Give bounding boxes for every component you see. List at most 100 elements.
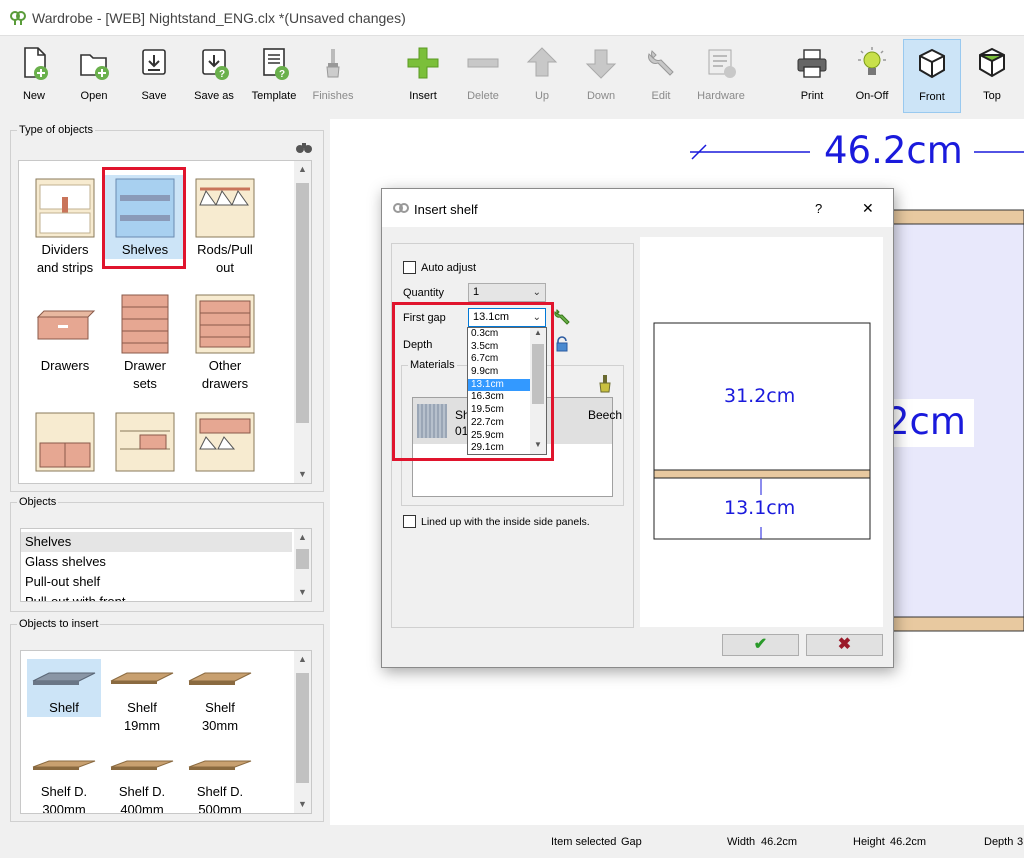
app-logo-icon <box>10 11 26 25</box>
wrench-icon[interactable] <box>554 307 572 325</box>
scroll-up-icon[interactable]: ▲ <box>294 529 311 546</box>
objects-list-scrollbar[interactable]: ▲ ▼ <box>294 529 311 601</box>
save-icon <box>142 49 166 75</box>
binoculars-icon[interactable] <box>295 140 313 154</box>
close-button[interactable]: ✕ <box>862 200 874 217</box>
brush-icon[interactable] <box>599 375 611 393</box>
save-as-button[interactable]: ? Save as <box>190 39 238 113</box>
front-view-button[interactable]: Front <box>903 39 961 113</box>
status-depth-value: 3 <box>1017 836 1024 848</box>
down-button[interactable]: Down <box>578 39 624 113</box>
tile-label: Shelf D. 400mm <box>118 784 166 814</box>
status-width-label: Width <box>727 836 756 848</box>
tile-shelf-d-400[interactable]: Shelf D. 400mm <box>105 747 179 814</box>
tile-cabinet-doors[interactable] <box>25 409 105 475</box>
on-off-button[interactable]: On-Off <box>848 39 896 113</box>
plus-icon <box>407 47 439 79</box>
tile-shelf-19mm[interactable]: Shelf 19mm <box>105 659 179 735</box>
brush-icon <box>326 49 340 78</box>
insert-grid-scrollbar[interactable]: ▲ ▼ <box>294 651 311 813</box>
scroll-thumb[interactable] <box>296 183 309 423</box>
auto-adjust-checkbox[interactable] <box>403 261 416 274</box>
tile-label: Drawers <box>40 358 90 373</box>
scroll-down-icon[interactable]: ▼ <box>294 584 311 601</box>
cancel-button[interactable]: ✖ <box>806 634 883 656</box>
tile-label: Drawer sets <box>124 358 166 391</box>
tile-label: Shelf D. 500mm <box>196 784 244 814</box>
quantity-value: 1 <box>473 286 480 298</box>
tile-dividers-and-strips[interactable]: Dividers and strips <box>25 175 105 277</box>
tile-label: Other drawers <box>201 358 249 391</box>
objects-to-insert-legend: Objects to insert <box>19 618 99 630</box>
insert-button[interactable]: Insert <box>400 39 446 113</box>
drawer-icon <box>36 310 96 340</box>
print-button[interactable]: Print <box>790 39 834 113</box>
save-label: Save <box>141 90 167 102</box>
tile-other-drawers[interactable]: Other drawers <box>185 291 265 393</box>
edit-button[interactable]: Edit <box>638 39 684 113</box>
delete-button[interactable]: Delete <box>460 39 506 113</box>
tile-label: Shelf D. 300mm <box>40 784 88 814</box>
scroll-down-icon[interactable]: ▼ <box>294 466 311 483</box>
lock-icon[interactable] <box>555 336 569 352</box>
ok-button[interactable]: ✔ <box>722 634 799 656</box>
tile-shelf-d-300[interactable]: Shelf D. 300mm <box>27 747 101 814</box>
template-button[interactable]: ? Template <box>248 39 300 113</box>
print-label: Print <box>800 90 824 102</box>
quantity-label: Quantity <box>403 287 444 299</box>
quantity-select[interactable]: 1 ⌄ <box>468 283 546 302</box>
open-folder-icon <box>80 54 109 80</box>
tile-shelf[interactable]: Shelf <box>27 659 101 717</box>
new-button[interactable]: New <box>12 39 56 113</box>
shelf-wood-icon <box>32 760 96 770</box>
lightbulb-icon <box>858 47 886 75</box>
tile-shelf-d-500[interactable]: Shelf D. 500mm <box>183 747 257 814</box>
dialog-title-bar: Insert shelf ? ✕ <box>382 189 893 227</box>
rods-icon <box>195 178 255 238</box>
hardware-button[interactable]: Hardware <box>694 39 748 113</box>
tile-rods-pull-out[interactable]: Rods/Pull out <box>185 175 265 277</box>
tile-label: Shelf 19mm <box>123 700 161 733</box>
top-view-button[interactable]: Top <box>970 39 1014 113</box>
preview-top-dimension: 31.2cm <box>724 385 796 407</box>
lined-up-label: Lined up with the inside side panels. <box>421 516 590 528</box>
top-board <box>889 209 1024 225</box>
list-item-pull-out-shelf[interactable]: Pull-out shelf <box>21 572 292 592</box>
lined-up-checkbox[interactable] <box>403 515 416 528</box>
scroll-thumb[interactable] <box>296 673 309 783</box>
hardware-icon <box>708 49 736 78</box>
arrow-down-icon <box>585 49 617 79</box>
template-icon: ? <box>263 48 289 80</box>
app-logo-icon <box>393 203 409 213</box>
list-item-pull-out-with-front[interactable]: Pull-out with front <box>21 592 292 601</box>
save-as-icon: ? <box>202 49 229 80</box>
on-off-label: On-Off <box>855 90 889 102</box>
help-button[interactable]: ? <box>815 201 822 216</box>
up-button[interactable]: Up <box>520 39 564 113</box>
shelf-box-icon <box>115 412 175 472</box>
scroll-thumb[interactable] <box>296 549 309 569</box>
scroll-up-icon[interactable]: ▲ <box>294 651 311 668</box>
tile-shelf-30mm[interactable]: Shelf 30mm <box>183 659 257 735</box>
shelf-wood-icon <box>110 760 174 770</box>
auto-adjust-label: Auto adjust <box>421 262 477 274</box>
save-button[interactable]: Save <box>132 39 176 113</box>
scroll-down-icon[interactable]: ▼ <box>294 796 311 813</box>
shelf-grey-icon <box>32 672 96 685</box>
tile-hangers[interactable] <box>185 409 265 475</box>
type-panel-scrollbar[interactable]: ▲ ▼ <box>294 161 311 483</box>
list-item-glass-shelves[interactable]: Glass shelves <box>21 552 292 572</box>
tile-shelf-box[interactable] <box>105 409 185 475</box>
objects-to-insert-grid: Shelf Shelf 19mm Shelf 30mm Shelf D. 300… <box>20 650 312 814</box>
scroll-up-icon[interactable]: ▲ <box>294 161 311 178</box>
width-dimension-label: 46.2cm <box>824 129 963 172</box>
minus-icon <box>467 58 499 68</box>
open-button[interactable]: Open <box>72 39 116 113</box>
wrench-icon <box>648 50 674 76</box>
tile-drawers[interactable]: Drawers <box>25 291 105 375</box>
hangers-icon <box>195 412 255 472</box>
tile-drawer-sets[interactable]: Drawer sets <box>105 291 185 393</box>
edit-label: Edit <box>651 90 671 102</box>
list-item-shelves[interactable]: Shelves <box>21 532 292 552</box>
finishes-button[interactable]: Finishes <box>310 39 356 113</box>
